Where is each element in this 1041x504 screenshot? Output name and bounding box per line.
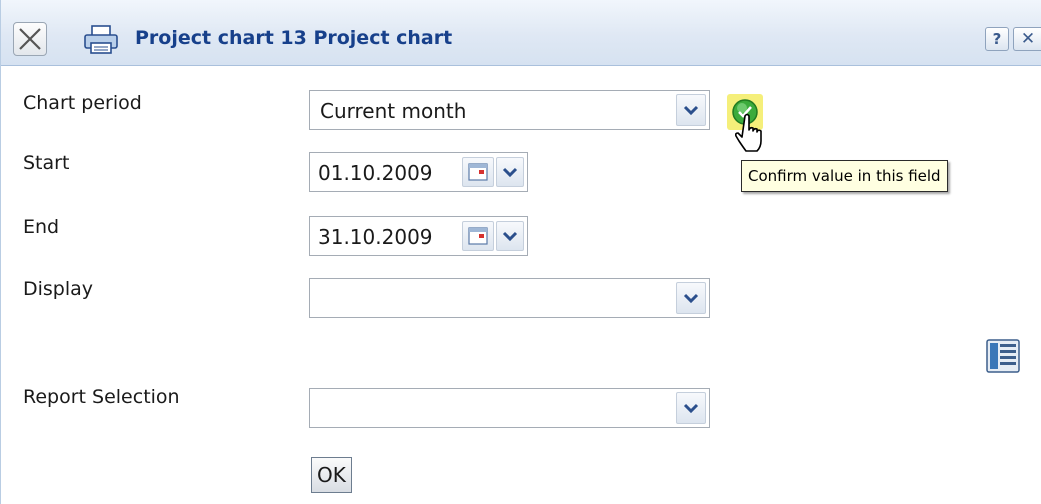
chevron-down-icon [502, 231, 518, 242]
help-button[interactable]: ? [985, 27, 1009, 51]
end-date-field[interactable]: 31.10.2009 [309, 216, 528, 256]
start-label: Start [23, 152, 70, 174]
start-date-dropdown-button[interactable] [496, 157, 524, 187]
chart-period-dropdown-button[interactable] [676, 94, 706, 126]
project-chart-window: Project chart 13 Project chart ? ✕ Chart… [0, 0, 1041, 504]
chart-period-label: Chart period [23, 92, 142, 114]
calendar-icon [468, 163, 488, 181]
chart-period-value: Current month [320, 99, 467, 123]
window-title: Project chart 13 Project chart [135, 27, 453, 49]
hand-cursor-icon [735, 113, 762, 152]
chart-period-select[interactable]: Current month [309, 90, 710, 130]
ok-button[interactable]: OK [311, 457, 352, 493]
display-select[interactable] [309, 278, 710, 318]
chevron-down-icon [502, 167, 518, 178]
display-dropdown-button[interactable] [676, 282, 706, 314]
report-selection-label: Report Selection [23, 386, 180, 408]
printer-icon[interactable] [81, 24, 121, 56]
start-calendar-button[interactable] [462, 157, 494, 187]
end-date-dropdown-button[interactable] [496, 221, 524, 251]
close-window-button[interactable]: ✕ [1013, 27, 1041, 51]
confirm-tooltip: Confirm value in this field [741, 160, 948, 192]
window-titlebar: Project chart 13 Project chart ? ✕ [1, 0, 1041, 66]
end-label: End [23, 216, 60, 238]
end-date-value: 31.10.2009 [318, 225, 433, 249]
report-selection-dropdown-button[interactable] [676, 392, 706, 424]
chevron-down-icon [683, 403, 699, 414]
display-label: Display [23, 278, 94, 300]
report-list-icon[interactable] [985, 338, 1021, 374]
end-calendar-button[interactable] [462, 221, 494, 251]
calendar-icon [468, 227, 488, 245]
chevron-down-icon [683, 105, 699, 116]
report-selection-select[interactable] [309, 388, 710, 428]
close-x-icon[interactable] [13, 22, 47, 56]
chevron-down-icon [683, 293, 699, 304]
start-date-value: 01.10.2009 [318, 161, 433, 185]
start-date-field[interactable]: 01.10.2009 [309, 152, 528, 192]
